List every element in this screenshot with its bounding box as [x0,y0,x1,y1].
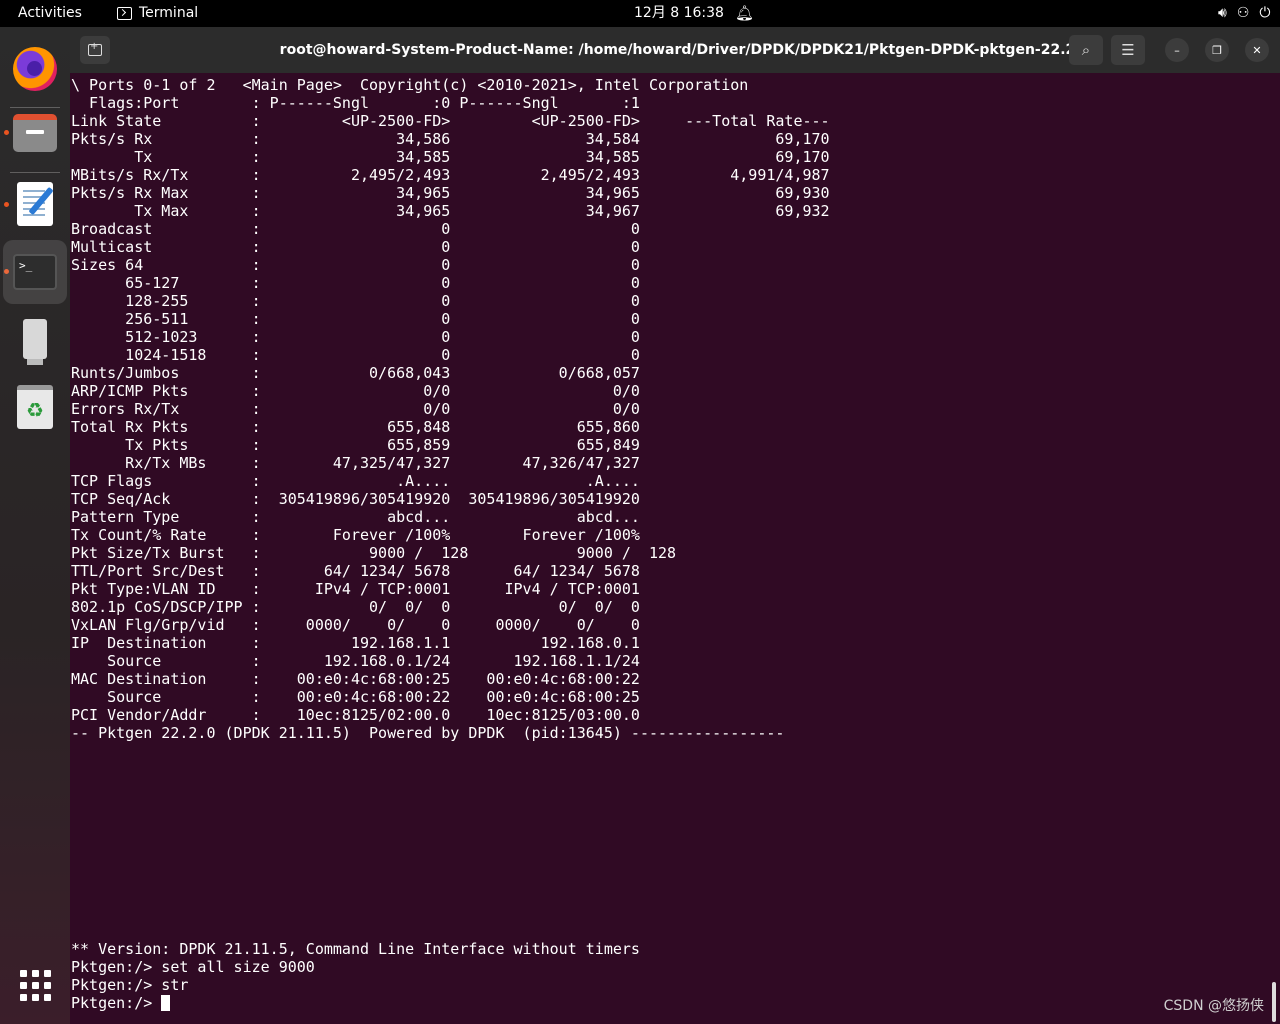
power-icon: ⏻ [1259,5,1271,21]
terminal-line: Pkts/s Rx : 34,586 34,584 69,170 [71,130,830,148]
terminal-line: Broadcast : 0 0 [71,220,640,238]
text-cursor [161,995,171,1011]
network-icon: ⚇ [1236,5,1250,21]
terminal-line: Pkt Size/Tx Burst : 9000 / 128 9000 / 12… [71,544,677,562]
clock[interactable]: 12月 8 16:38 [634,0,724,27]
terminal-line: ** Version: DPDK 21.11.5, Command Line I… [71,940,640,958]
dock-trash[interactable]: ♻ [3,375,67,439]
terminal-line: Pkts/s Rx Max : 34,965 34,965 69,930 [71,184,830,202]
terminal-line: 802.1p CoS/DSCP/IPP : 0/ 0/ 0 0/ 0/ 0 [71,598,640,616]
close-icon: ✕ [1252,43,1262,57]
terminal-line: MBits/s Rx/Tx : 2,495/2,493 2,495/2,493 … [71,166,830,184]
hamburger-menu-icon: ☰ [1121,41,1135,59]
terminal-line: Pkt Type:VLAN ID : IPv4 / TCP:0001 IPv4 … [71,580,640,598]
menu-button[interactable]: ☰ [1111,35,1145,65]
search-icon: ⌕ [1081,41,1091,59]
system-tray[interactable]: 🔊︎ ⚇ ⏻ [1218,0,1270,27]
new-tab-icon [88,41,102,56]
app-menu-label: Terminal [139,5,199,21]
terminal-view[interactable]: \ Ports 0-1 of 2 <Main Page> Copyright(c… [70,73,1280,1024]
terminal-line: Source : 00:e0:4c:68:00:22 00:e0:4c:68:0… [71,688,640,706]
scrollbar[interactable] [1272,982,1276,1022]
volume-icon: 🔊︎ [1218,5,1227,21]
terminal-line: VxLAN Flg/Grp/vid : 0000/ 0/ 0 0000/ 0/ … [71,616,640,634]
terminal-line: Rx/Tx MBs : 47,325/47,327 47,326/47,327 [71,454,640,472]
terminal-line: Tx : 34,585 34,585 69,170 [71,148,830,166]
command-prompt[interactable]: Pktgen:/> [71,994,171,1012]
terminal-line: 1024-1518 : 0 0 [71,346,640,364]
prompt-label: Pktgen:/> [71,994,162,1012]
terminal-line: IP Destination : 192.168.1.1 192.168.0.1 [71,634,640,652]
terminal-line: 512-1023 : 0 0 [71,328,640,346]
dock-usb-drive[interactable] [3,307,67,371]
terminal-line: Source : 192.168.0.1/24 192.168.1.1/24 [71,652,640,670]
close-button[interactable]: ✕ [1245,38,1269,62]
search-button[interactable]: ⌕ [1069,35,1103,65]
terminal-line: Tx Max : 34,965 34,967 69,932 [71,202,830,220]
minimize-icon: – [1174,43,1180,57]
terminal-line: Link State : <UP-2500-FD> <UP-2500-FD> -… [71,112,830,130]
terminal-line: Pktgen:/> str [71,976,189,994]
show-applications-button[interactable] [3,953,67,1017]
terminal-line: Tx Pkts : 655,859 655,849 [71,436,640,454]
terminal-line: Pktgen:/> set all size 9000 [71,958,315,976]
dock-terminal[interactable]: >_ [3,240,67,304]
terminal-line: -- Pktgen 22.2.0 (DPDK 21.11.5) Powered … [71,724,785,742]
terminal-line: Sizes 64 : 0 0 [71,256,640,274]
terminal-line: 128-255 : 0 0 [71,292,640,310]
terminal-line: PCI Vendor/Addr : 10ec:8125/02:00.0 10ec… [71,706,640,724]
trash-icon: ♻ [17,385,53,429]
terminal-line: 256-511 : 0 0 [71,310,640,328]
terminal-line: Pattern Type : abcd... abcd... [71,508,640,526]
terminal-line: 65-127 : 0 0 [71,274,640,292]
terminal-icon [117,7,132,20]
terminal-line: \ Ports 0-1 of 2 <Main Page> Copyright(c… [71,76,749,94]
terminal-line: Runts/Jumbos : 0/668,043 0/668,057 [71,364,640,382]
terminal-line: TTL/Port Src/Dest : 64/ 1234/ 5678 64/ 1… [71,562,640,580]
terminal-line: Multicast : 0 0 [71,238,640,256]
dock-firefox[interactable] [3,37,67,101]
terminal-line: MAC Destination : 00:e0:4c:68:00:25 00:e… [71,670,640,688]
maximize-button[interactable]: ❐ [1205,38,1229,62]
app-menu[interactable]: Terminal [117,0,198,27]
window-titlebar[interactable]: root@howard-System-Product-Name: /home/h… [70,27,1280,73]
top-bar: Activities Terminal 12月 8 16:38 🔔︎ 🔊︎ ⚇ … [0,0,1280,27]
dock: >_ ♻ [0,27,70,1024]
console-output: ** Version: DPDK 21.11.5, Command Line I… [71,940,640,994]
watermark: CSDN @悠扬侠 [1163,998,1264,1014]
minimize-button[interactable]: – [1165,38,1189,62]
notification-bell-icon[interactable]: 🔔︎ [735,0,754,27]
app-grid-icon [19,969,51,1001]
terminal-line: ARP/ICMP Pkts : 0/0 0/0 [71,382,640,400]
terminal-line: Flags:Port : P------Sngl :0 P------Sngl … [71,94,640,112]
activities-button[interactable]: Activities [18,0,82,27]
usb-drive-icon [23,319,47,365]
new-tab-button[interactable] [80,36,110,64]
firefox-icon [13,47,57,91]
files-icon [13,114,57,152]
terminal-icon: >_ [13,254,57,290]
dock-files[interactable] [3,101,67,165]
terminal-line: TCP Seq/Ack : 305419896/305419920 305419… [71,490,640,508]
dock-text-editor[interactable] [3,172,67,236]
terminal-line: TCP Flags : .A.... .A.... [71,472,640,490]
terminal-line: Tx Count/% Rate : Forever /100% Forever … [71,526,640,544]
text-editor-icon [17,182,53,226]
restore-icon: ❐ [1212,43,1222,57]
pktgen-stats-output: \ Ports 0-1 of 2 <Main Page> Copyright(c… [71,76,830,742]
terminal-line: Errors Rx/Tx : 0/0 0/0 [71,400,640,418]
terminal-line: Total Rx Pkts : 655,848 655,860 [71,418,640,436]
